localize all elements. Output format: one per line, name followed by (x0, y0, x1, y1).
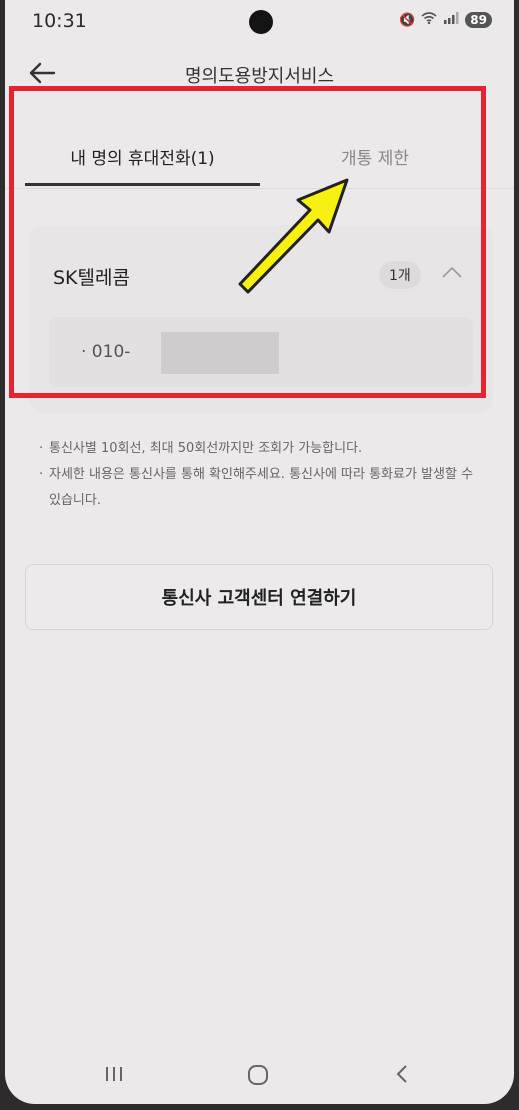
recent-apps-icon[interactable] (103, 1064, 125, 1084)
status-icons: 🔇 89 (399, 12, 492, 28)
front-camera (249, 10, 273, 34)
note-text: 통신사별 10회선, 최대 50회선까지만 조회가 가능합니다. (49, 441, 363, 456)
back-icon[interactable] (395, 1063, 409, 1085)
navigation-bar (5, 1048, 514, 1104)
signal-icon (443, 12, 459, 28)
arrow-annotation-icon (238, 178, 349, 294)
wifi-icon (421, 12, 437, 28)
connect-carrier-center-button[interactable]: 통신사 고객센터 연결하기 (25, 564, 493, 630)
page-title: 명의도용방지서비스 (184, 66, 335, 87)
status-bar: 10:31 🔇 89 (5, 0, 514, 46)
note-item: · 자세한 내용은 통신사를 통해 확인해주세요. 통신사에 따라 통화료가 발… (39, 462, 484, 514)
note-text: 자세한 내용은 통신사를 통해 확인해주세요. 통신사에 따라 통화료가 발생할… (49, 467, 474, 508)
battery-level: 89 (465, 12, 492, 28)
note-item: · 통신사별 10회선, 최대 50회선까지만 조회가 가능합니다. (39, 436, 484, 462)
home-icon[interactable] (247, 1064, 269, 1086)
status-time: 10:31 (32, 10, 87, 32)
notes: · 통신사별 10회선, 최대 50회선까지만 조회가 가능합니다. · 자세한… (39, 436, 484, 514)
mute-icon: 🔇 (399, 12, 416, 28)
